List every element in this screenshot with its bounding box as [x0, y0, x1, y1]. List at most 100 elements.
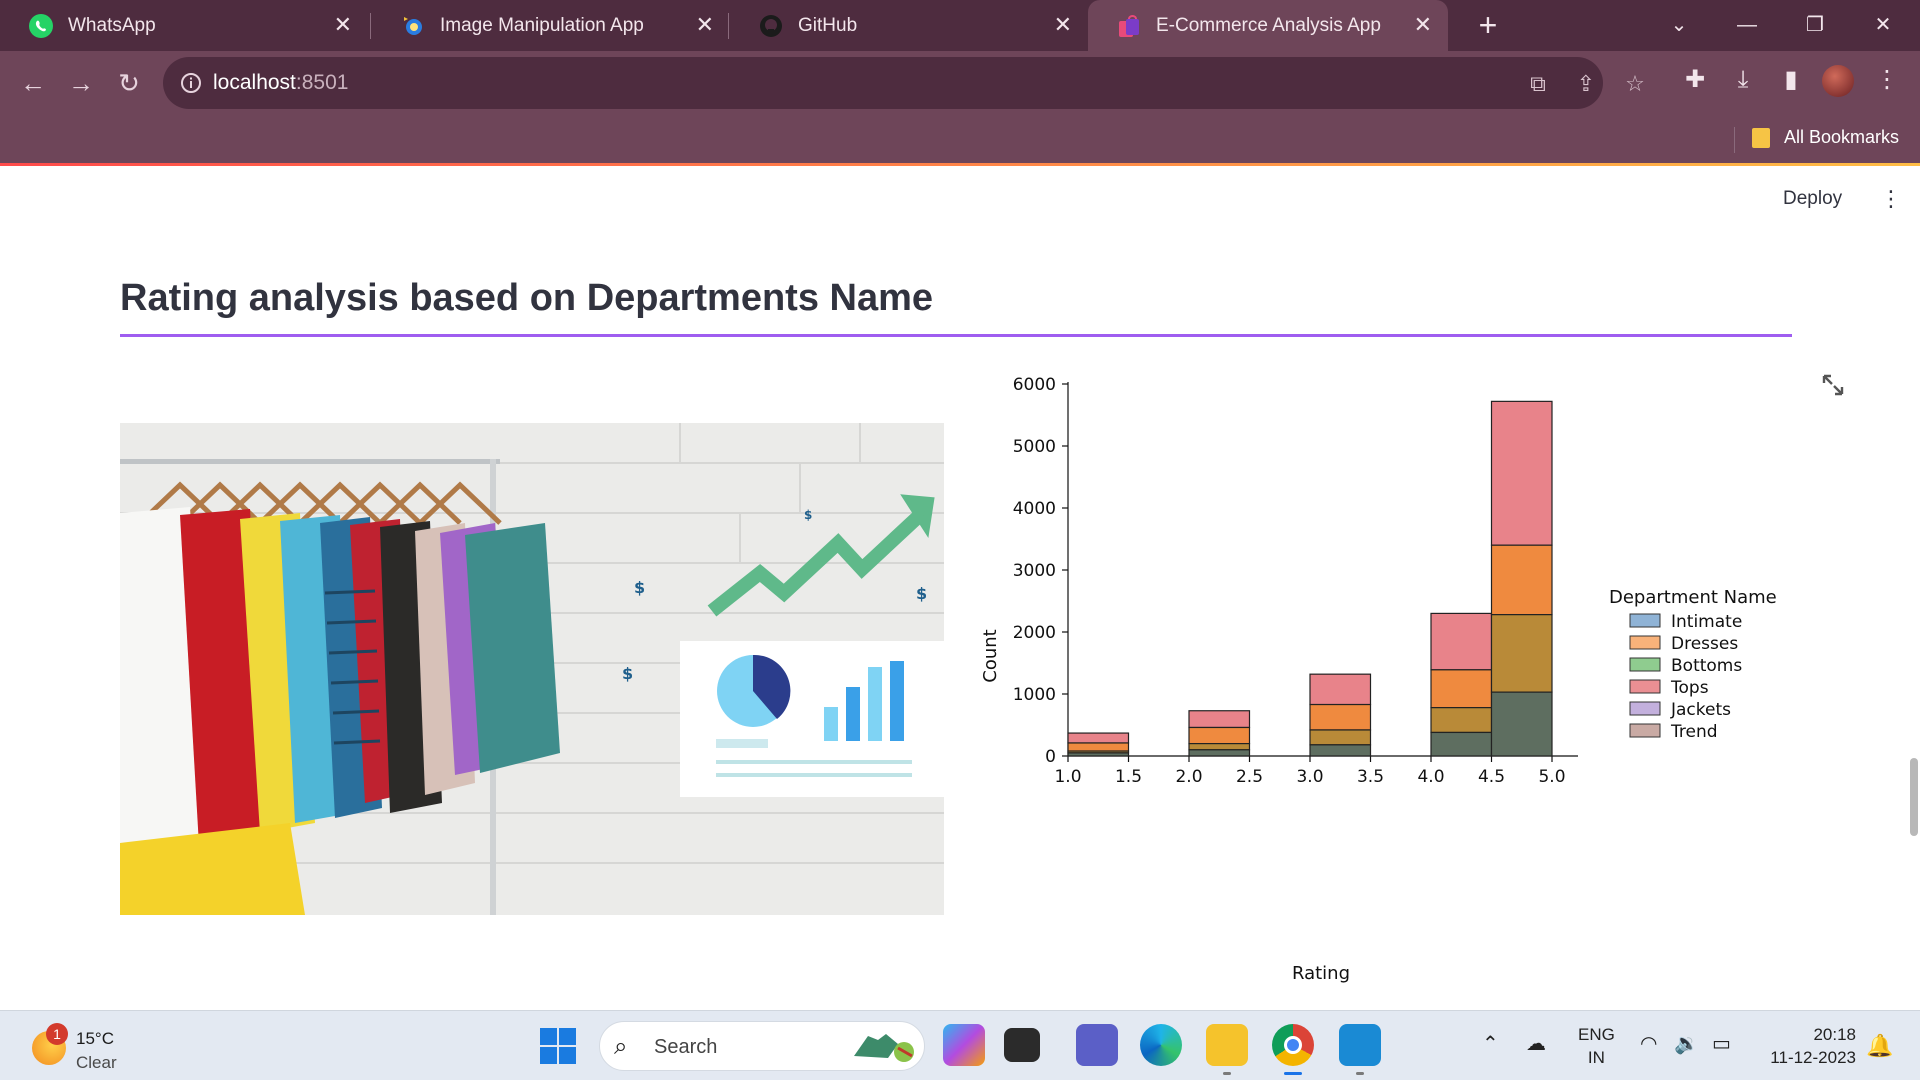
- site-info-icon[interactable]: [179, 71, 203, 95]
- onedrive-icon[interactable]: ☁: [1526, 1031, 1546, 1056]
- x-tick-label: 2.5: [1236, 767, 1263, 787]
- main-menu-icon[interactable]: ⋮: [1880, 186, 1902, 212]
- new-tab-button[interactable]: +: [1468, 7, 1508, 43]
- show-hidden-icons-icon[interactable]: ⌃: [1482, 1031, 1499, 1056]
- tops-segment: [1309, 673, 1372, 706]
- battery-icon[interactable]: ▭: [1712, 1031, 1731, 1056]
- all-bookmarks-button[interactable]: All Bookmarks: [1752, 127, 1899, 148]
- extensions-icon[interactable]: ✚: [1680, 65, 1710, 95]
- tops-segment: [1067, 732, 1130, 744]
- windows-logo-tile: [540, 1047, 557, 1064]
- system-clock[interactable]: 20:18 11-12-2023: [1760, 1023, 1856, 1069]
- y-tick-label: 2000: [1013, 623, 1056, 643]
- weather-condition: Clear: [76, 1053, 117, 1072]
- tab-title: Image Manipulation App: [440, 14, 644, 36]
- tab-separator: [370, 13, 371, 39]
- language-indicator[interactable]: ENG IN: [1578, 1023, 1615, 1069]
- svg-text:$: $: [804, 508, 812, 522]
- dresses-segment: [1188, 726, 1251, 745]
- close-icon[interactable]: ✕: [1414, 13, 1432, 37]
- chart-legend: Department Name IntimateDressesBottomsTo…: [1609, 587, 1777, 742]
- bookmarks-bar: All Bookmarks: [0, 115, 1920, 165]
- close-icon[interactable]: ✕: [1054, 13, 1072, 37]
- bookmarks-separator: [1734, 127, 1735, 153]
- tab-image-manipulation[interactable]: Image Manipulation App ✕: [372, 0, 730, 51]
- windows-taskbar: 1 15°C Clear ⌕ Search ⌃ ☁ ENG IN ◠ 🔉 ▭ 2…: [0, 1010, 1920, 1080]
- file-explorer-icon[interactable]: [1206, 1024, 1248, 1075]
- tab-ecommerce-analysis[interactable]: E-Commerce Analysis App ✕: [1088, 0, 1448, 51]
- chrome-center: [1284, 1036, 1302, 1054]
- back-button[interactable]: ←: [13, 63, 53, 103]
- svg-text:$: $: [622, 664, 633, 683]
- ecommerce-illustration: $ $ $ $: [120, 423, 944, 915]
- folder-icon: [1752, 127, 1770, 148]
- edge-icon[interactable]: [1140, 1024, 1182, 1066]
- windows-logo-icon: [540, 1028, 557, 1045]
- terminal-icon[interactable]: [1004, 1028, 1040, 1062]
- close-window-button[interactable]: ✕: [1858, 6, 1908, 44]
- weather-widget[interactable]: 1 15°C Clear: [28, 1023, 148, 1073]
- intimate-segment: [1188, 749, 1251, 757]
- tops-segment: [1490, 400, 1553, 546]
- tab-separator: [728, 13, 729, 39]
- minimize-button[interactable]: —: [1722, 6, 1772, 44]
- legend-label: Intimate: [1671, 612, 1742, 632]
- volume-icon[interactable]: 🔉: [1674, 1031, 1699, 1056]
- wifi-icon[interactable]: ◠: [1640, 1031, 1657, 1056]
- intimate-segment: [1430, 731, 1493, 757]
- tab-whatsapp[interactable]: WhatsApp ✕: [0, 0, 368, 51]
- app-decoration-bar: [0, 163, 1920, 166]
- notification-bell-icon[interactable]: 🔔: [1866, 1033, 1893, 1059]
- tab-search-dropdown-icon[interactable]: ⌄: [1654, 6, 1704, 44]
- dresses-segment: [1490, 544, 1553, 616]
- side-panel-icon[interactable]: ▮: [1776, 65, 1806, 95]
- teams-icon[interactable]: [1076, 1024, 1118, 1066]
- y-tick-label: 0: [1045, 747, 1056, 767]
- bottoms-segment: [1430, 707, 1493, 734]
- search-icon: ⌕: [614, 1033, 628, 1060]
- forward-button[interactable]: →: [61, 63, 101, 103]
- browser-menu-icon[interactable]: ⋮: [1872, 65, 1902, 95]
- copilot-icon[interactable]: [943, 1024, 985, 1066]
- taskbar-search[interactable]: ⌕ Search: [599, 1021, 925, 1071]
- whatsapp-icon: [28, 13, 54, 39]
- rating-histogram-chart: 0 1000 2000 3000 4000 5000 6000 1.0 1.5 2.0 2.5 3.0…: [980, 375, 1777, 984]
- deploy-button[interactable]: Deploy: [1783, 188, 1842, 210]
- profile-avatar[interactable]: [1822, 65, 1854, 97]
- chrome-icon[interactable]: [1272, 1024, 1314, 1075]
- start-button[interactable]: [540, 1028, 576, 1064]
- dresses-segment: [1309, 703, 1372, 731]
- x-tick-label: 1.5: [1115, 767, 1142, 787]
- x-tick-label: 5.0: [1538, 767, 1565, 787]
- page-scrollbar[interactable]: [1910, 758, 1918, 836]
- github-icon: [758, 13, 784, 39]
- close-icon[interactable]: ✕: [696, 13, 714, 37]
- dresses-segment: [1430, 669, 1493, 709]
- y-tick-label: 1000: [1013, 685, 1056, 705]
- reload-button[interactable]: ↻: [109, 63, 149, 103]
- vscode-icon[interactable]: [1339, 1024, 1381, 1075]
- browser-tab-strip: WhatsApp ✕ Image Manipulation App ✕ GitH…: [0, 0, 1920, 51]
- tops-segment: [1188, 710, 1251, 729]
- legend-label: Tops: [1670, 678, 1709, 698]
- download-icon[interactable]: ⤓: [1728, 65, 1758, 95]
- x-axis-label: Rating: [1292, 963, 1350, 984]
- share-icon[interactable]: ⇪: [1573, 71, 1599, 97]
- x-tick-label: 3.5: [1357, 767, 1384, 787]
- translate-icon[interactable]: ⧉: [1525, 71, 1551, 97]
- tab-title: GitHub: [798, 14, 858, 36]
- address-bar[interactable]: localhost:8501 ⧉ ⇪ ☆: [163, 57, 1645, 109]
- legend-label: Jackets: [1670, 700, 1731, 720]
- legend-title: Department Name: [1609, 587, 1777, 608]
- close-icon[interactable]: ✕: [334, 13, 352, 37]
- search-label: Search: [654, 1036, 718, 1058]
- bookmark-star-icon[interactable]: ☆: [1622, 71, 1648, 97]
- clock-date: 11-12-2023: [1770, 1048, 1856, 1067]
- restore-button[interactable]: ❐: [1790, 6, 1840, 44]
- y-tick-label: 3000: [1013, 561, 1056, 581]
- search-highlight-art: [854, 1034, 914, 1062]
- intimate-segment: [1309, 744, 1372, 757]
- legend-swatch: [1629, 635, 1661, 650]
- tab-github[interactable]: GitHub ✕: [730, 0, 1088, 51]
- tops-segment: [1430, 612, 1493, 671]
